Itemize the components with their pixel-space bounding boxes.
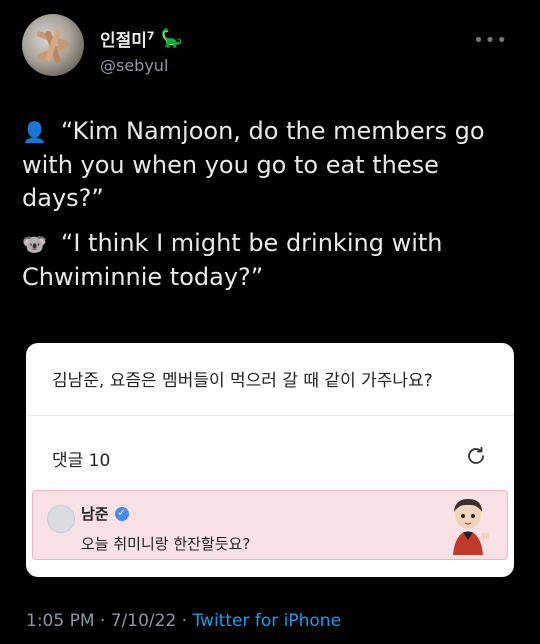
author-avatar[interactable]	[22, 14, 84, 76]
tweet-line-1: 👤 “Kim Namjoon, do the members go with yo…	[22, 115, 522, 215]
comments-count-label: 댓글 10	[52, 451, 111, 471]
dinosaur-icon: 🦕	[160, 27, 183, 49]
tweet-line-2-text: “I think I might be drinking with Chwimi…	[22, 229, 443, 291]
tweet-meta: 1:05 PM · 7/10/22 · Twitter for iPhone	[26, 611, 341, 631]
author-handle[interactable]: @sebyul	[100, 56, 168, 75]
character-sticker-icon	[453, 499, 489, 555]
refresh-icon	[468, 446, 484, 464]
commenter-name: 남준	[81, 505, 109, 523]
comment-text: 오늘 취미니랑 한잔할듯요?	[81, 535, 251, 553]
card-divider	[26, 415, 514, 416]
tweet-time[interactable]: 1:05 PM	[26, 611, 95, 631]
display-name[interactable]: 인절미7	[100, 26, 155, 51]
tweet-source-link[interactable]: Twitter for iPhone	[192, 611, 341, 631]
tweet-text: 👤 “Kim Namjoon, do the members go with yo…	[22, 115, 522, 306]
person-icon: 👤	[22, 120, 47, 144]
verified-check-icon: ✓	[114, 506, 129, 521]
tweet-line-2: 🐨 “I think I might be drinking with Chwim…	[22, 227, 522, 294]
name-badge: 7	[146, 29, 155, 43]
tweet-line-1-text: “Kim Namjoon, do the members go with you…	[22, 117, 485, 212]
commenter-avatar	[47, 505, 75, 533]
meta-separator: ·	[176, 611, 193, 631]
attached-image-card[interactable]: 김남준, 요즘은 멤버들이 먹으러 갈 때 같이 가주나요? 댓글 10 남준 …	[26, 343, 514, 577]
meta-separator: ·	[94, 611, 111, 631]
author-name-row[interactable]: 인절미7 🦕	[100, 26, 183, 51]
more-options-icon[interactable]: •••	[473, 30, 508, 51]
comment-item: 남준 ✓ 오늘 취미니랑 한잔할듯요?	[32, 490, 508, 560]
tweet-date[interactable]: 7/10/22	[111, 611, 177, 631]
koala-icon: 🐨	[22, 232, 47, 256]
card-title: 김남준, 요즘은 멤버들이 먹으러 갈 때 같이 가주나요?	[52, 371, 433, 391]
commenter-name-row: 남준 ✓	[81, 503, 129, 524]
